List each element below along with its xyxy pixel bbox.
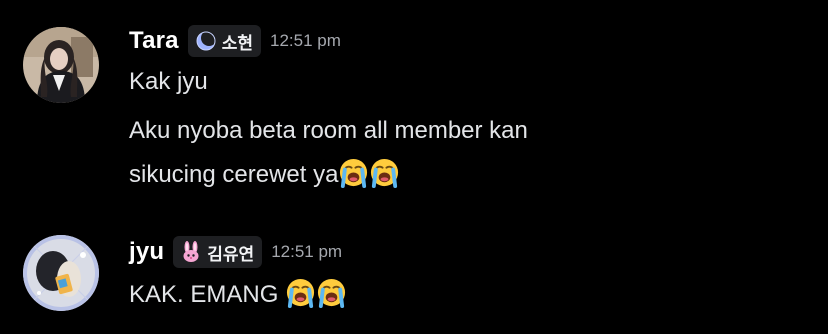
message-text: sikucing cerewet ya	[129, 157, 400, 191]
loudly-crying-face-icon[interactable]	[285, 277, 316, 308]
author-name[interactable]: Tara	[129, 27, 179, 55]
message-line-text: KAK. EMANG	[129, 281, 286, 308]
message-text: Kak jyu	[129, 66, 208, 98]
author-name[interactable]: jyu	[129, 238, 164, 266]
message-group: Tara 소현 12:51 pm Kak jyu Aku nyoba beta …	[0, 0, 828, 210]
avatar[interactable]	[23, 27, 99, 103]
role-tag[interactable]: 김유연	[173, 236, 263, 268]
loudly-crying-face-icon[interactable]	[338, 157, 369, 188]
message-header: Tara 소현 12:51 pm	[129, 23, 341, 59]
message-line-text: Kak jyu	[129, 68, 208, 95]
avatar[interactable]	[23, 235, 99, 311]
message-line-text: Aku nyoba beta room all member kan	[129, 117, 528, 144]
moon-icon	[195, 30, 217, 52]
message-group: jyu 김유연 12:51 pm KAK. EMANG	[0, 222, 828, 334]
message-timestamp[interactable]: 12:51 pm	[270, 31, 341, 51]
message-header: jyu 김유연 12:51 pm	[129, 234, 342, 270]
loudly-crying-face-icon[interactable]	[369, 157, 400, 188]
bunny-icon	[180, 241, 202, 263]
message-timestamp[interactable]: 12:51 pm	[271, 242, 342, 262]
role-tag-label: 김유연	[207, 244, 255, 265]
chat-message-list: Tara 소현 12:51 pm Kak jyu Aku nyoba beta …	[0, 0, 828, 334]
message-text: Aku nyoba beta room all member kan	[129, 115, 528, 147]
role-tag-label: 소현	[221, 33, 253, 54]
loudly-crying-face-icon[interactable]	[316, 277, 347, 308]
message-text: KAK. EMANG	[129, 277, 347, 311]
message-line-text: sikucing cerewet ya	[129, 161, 339, 188]
role-tag[interactable]: 소현	[187, 25, 261, 57]
